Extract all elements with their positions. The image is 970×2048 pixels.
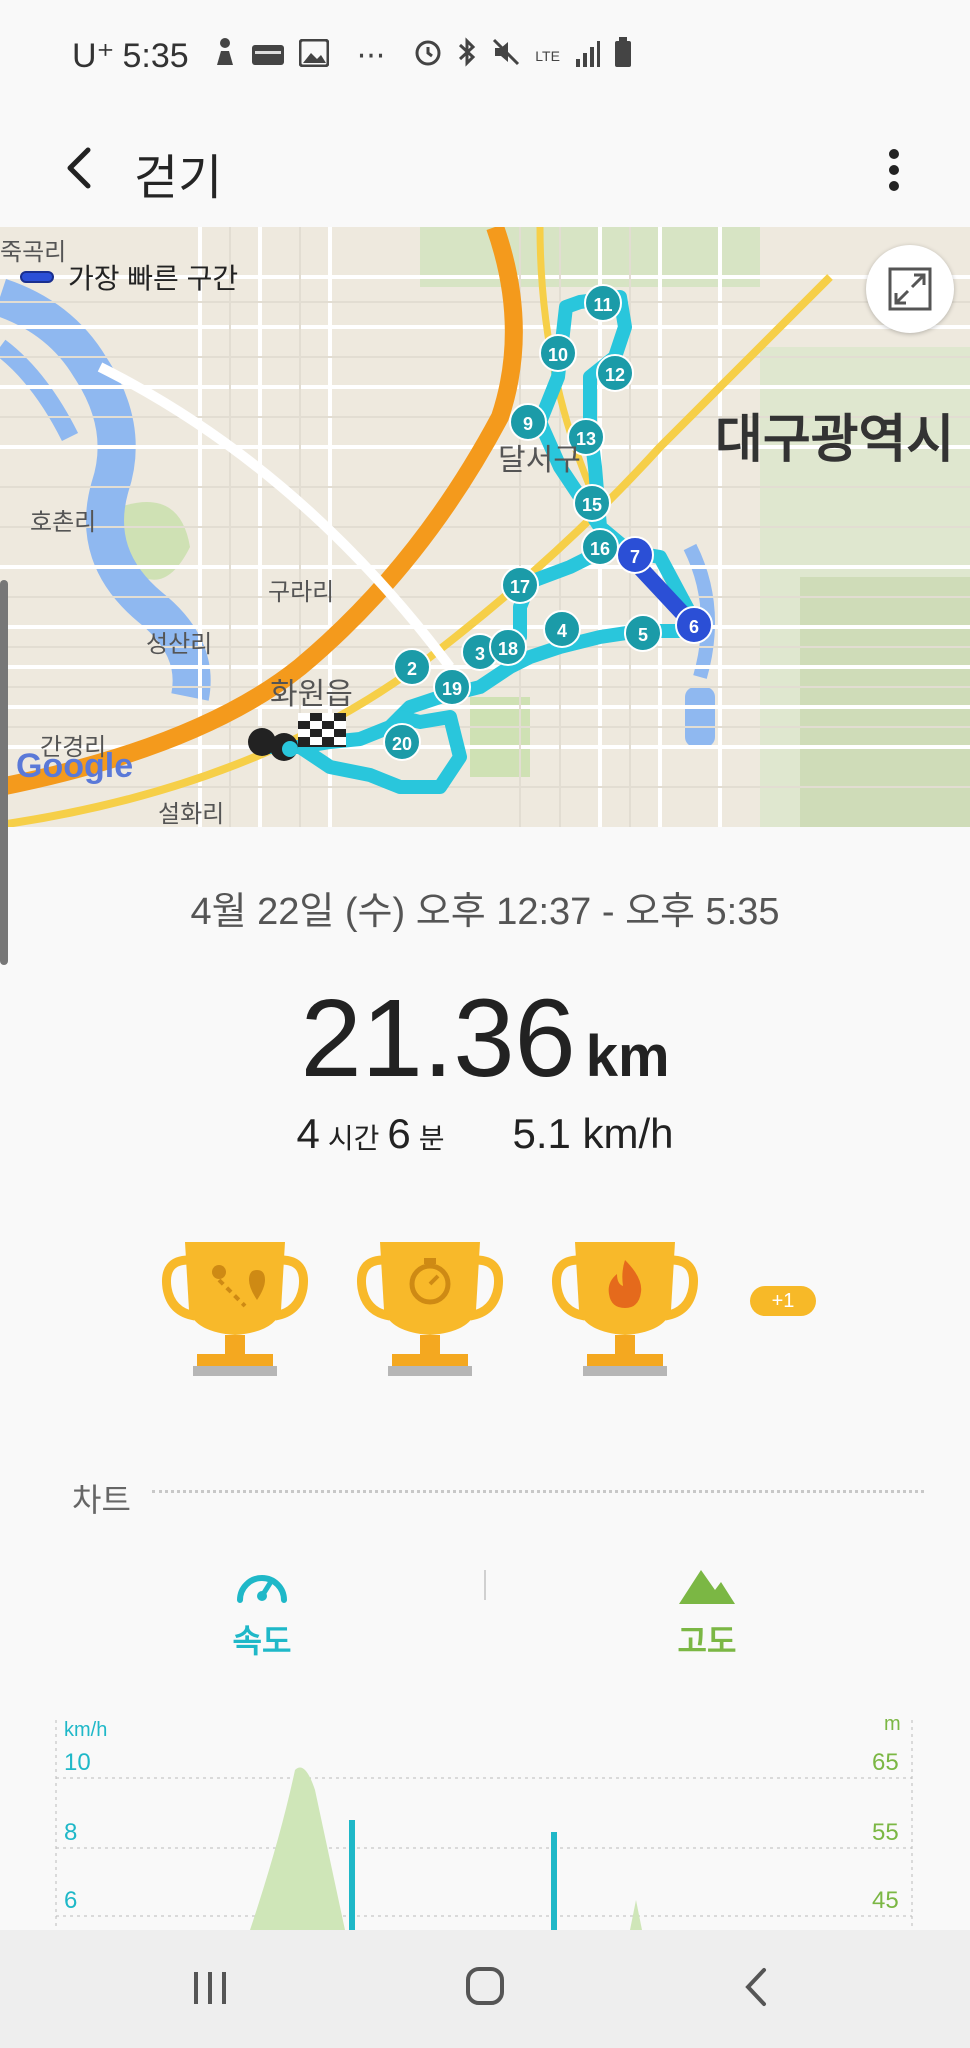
recent-apps-icon — [194, 1972, 226, 2004]
more-trophies-badge[interactable]: +1 — [750, 1286, 816, 1316]
mountain-icon — [679, 1570, 735, 1604]
tab-speed-label: 속도 — [232, 1623, 292, 1659]
chart-left-tick: 10 — [64, 1749, 91, 1776]
route-marker: 18 — [489, 628, 527, 666]
chart-right-tick: 65 — [872, 1749, 899, 1776]
duration-hours: 4 — [296, 1110, 320, 1157]
distance-value: 21.36 — [300, 977, 576, 1100]
route-marker: 15 — [573, 484, 611, 522]
route-marker: 20 — [383, 723, 421, 761]
page-title: 걷기 — [134, 152, 223, 205]
altitude-profile-area — [250, 1767, 345, 1930]
map-label-city: 대구광역시 — [715, 411, 955, 469]
route-marker: 19 — [433, 668, 471, 706]
tab-altitude-label: 고도 — [677, 1623, 737, 1659]
route-marker: 6 — [675, 606, 713, 644]
card-icon — [251, 36, 285, 76]
chart-left-tick: 8 — [64, 1819, 77, 1846]
fire-trophy-icon[interactable] — [545, 1220, 705, 1380]
tab-altitude[interactable]: 고도 — [607, 1560, 807, 1662]
total-distance: 21.36 km — [0, 975, 970, 1102]
mute-icon — [491, 36, 521, 76]
map-label-hochon: 호촌리 — [30, 509, 97, 536]
tab-divider — [484, 1570, 486, 1600]
route-map[interactable]: 2 3 4 5 6 7 9 10 11 12 13 15 16 17 18 19 20 대구광역시 호촌리 구라… — [0, 227, 970, 827]
route-marker: 5 — [624, 614, 662, 652]
recent-apps-button[interactable] — [180, 1962, 240, 2012]
status-time: 5:35 — [122, 36, 189, 75]
duration-hours-unit: 시간 — [327, 1123, 380, 1154]
lte-label: LTE — [535, 48, 560, 64]
fastest-segment-label: 가장 빠른 구간 — [68, 263, 239, 294]
bluetooth-icon — [457, 36, 477, 76]
speedometer-icon — [237, 1575, 287, 1603]
map-label-dalseo: 달서구 — [498, 444, 581, 477]
speed-spike — [349, 1820, 355, 1930]
route-marker: 12 — [596, 354, 634, 392]
battery-icon — [614, 36, 632, 76]
carrier-label: U⁺ — [72, 37, 115, 75]
duration: 4 시간 6 분 — [296, 1110, 452, 1158]
route-marker: 2 — [393, 648, 431, 686]
map-label-gurari: 구라리 — [268, 579, 335, 606]
map-canvas — [0, 227, 970, 827]
speed-altitude-chart[interactable]: km/h m 10 8 6 65 55 45 — [0, 1700, 970, 1930]
more-options-button[interactable] — [874, 136, 914, 200]
duration-minutes-unit: 분 — [418, 1123, 445, 1154]
timer-trophy-icon[interactable] — [350, 1220, 510, 1380]
google-logo: Google — [16, 747, 134, 785]
workout-datetime: 4월 22일 (수) 오후 12:37 - 오후 5:35 — [190, 891, 780, 933]
signal-icon — [574, 36, 600, 76]
chart-section-title: 차트 — [72, 1482, 131, 1518]
alarm-icon — [413, 36, 443, 76]
back-arrow-icon — [67, 147, 91, 189]
expand-map-button[interactable] — [866, 245, 954, 333]
system-back-button[interactable] — [726, 1962, 786, 2012]
status-icons: ··· LTE — [211, 36, 632, 76]
fitness-icon — [211, 36, 237, 76]
speed-spike — [551, 1832, 557, 1930]
section-divider — [152, 1490, 924, 1493]
route-marker: 7 — [616, 536, 654, 574]
map-legend: 가장 빠른 구간 — [20, 257, 238, 297]
chart-canvas: km/h m 10 8 6 65 55 45 — [55, 1713, 913, 1930]
map-label-seongsan: 성산리 — [146, 631, 213, 658]
average-speed: 5.1 km/h — [512, 1110, 674, 1157]
route-marker: 10 — [539, 334, 577, 372]
system-back-icon — [745, 1968, 766, 2006]
home-icon — [466, 1967, 504, 2005]
system-nav-bar — [0, 1930, 970, 2048]
map-label-seolhwa: 설화리 — [158, 801, 225, 827]
duration-minutes: 6 — [387, 1110, 411, 1157]
route-marker: 16 — [581, 528, 619, 566]
expand-icon — [888, 267, 932, 311]
home-button[interactable] — [455, 1962, 515, 2012]
fastest-segment-swatch — [20, 271, 54, 283]
more-vertical-icon — [889, 149, 899, 191]
route-trophy-icon[interactable] — [155, 1220, 315, 1380]
chart-right-tick: 45 — [872, 1887, 899, 1914]
gallery-icon — [298, 36, 330, 76]
tab-speed[interactable]: 속도 — [162, 1560, 362, 1662]
altitude-profile-area — [630, 1900, 642, 1930]
route-marker: 4 — [543, 610, 581, 648]
chart-left-tick: 6 — [64, 1887, 77, 1914]
route-marker: 11 — [584, 284, 622, 322]
app-header: 걷기 — [0, 112, 970, 227]
chart-left-unit: km/h — [64, 1719, 107, 1741]
distance-unit: km — [585, 1024, 670, 1089]
back-button[interactable] — [52, 136, 112, 200]
route-marker: 17 — [501, 566, 539, 604]
chart-right-unit: m — [884, 1713, 901, 1735]
status-bar: U⁺ 5:35 ··· LTE — [0, 0, 970, 112]
chart-right-tick: 55 — [872, 1819, 899, 1846]
workout-stats: 4 시간 6 분 5.1 km/h — [0, 1110, 970, 1158]
more-notifications-icon: ··· — [356, 38, 386, 74]
map-label-hwawon: 화원읍 — [270, 678, 353, 711]
